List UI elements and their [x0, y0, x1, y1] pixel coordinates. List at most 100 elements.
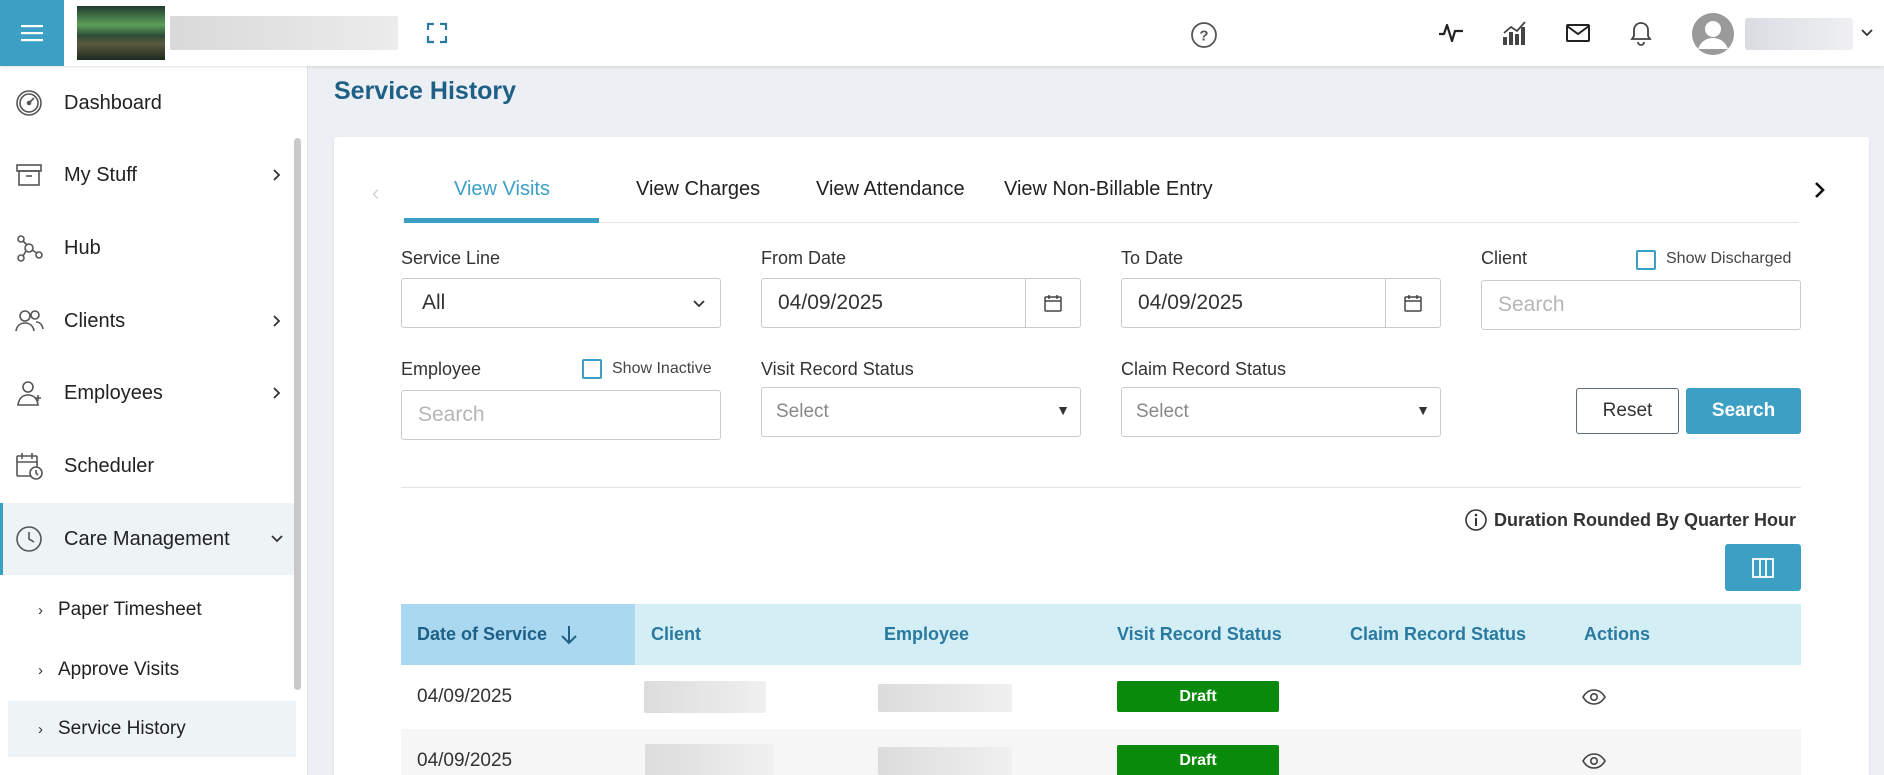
tab-view-non-billable-entry[interactable]: View Non-Billable Entry: [1004, 178, 1213, 201]
to-date-calendar-button[interactable]: [1385, 279, 1440, 327]
from-date-value: 04/09/2025: [778, 291, 884, 314]
column-header-employee[interactable]: Employee: [868, 604, 1101, 665]
sidebar-item-scheduler[interactable]: Scheduler: [0, 430, 298, 502]
employee-icon: [17, 381, 41, 406]
sort-descending-icon: [561, 625, 577, 644]
sidebar-item-label: My Stuff: [64, 163, 137, 186]
caret-down-icon: ▼: [1056, 402, 1070, 418]
service-line-value: All: [422, 291, 446, 314]
employee-search-input[interactable]: [401, 390, 721, 440]
user-avatar[interactable]: [1692, 13, 1734, 55]
employee-cell-redacted: [878, 747, 1012, 775]
columns-icon: [1752, 557, 1774, 578]
column-header-claim-record-status[interactable]: Claim Record Status: [1334, 604, 1568, 665]
sidebar-subitem-approve-visits[interactable]: › Approve Visits: [8, 642, 296, 698]
clock-icon: [16, 526, 42, 552]
eye-icon[interactable]: [1582, 688, 1606, 706]
tab-scroll-left-button[interactable]: ‹: [372, 180, 379, 206]
column-header-label: Claim Record Status: [1350, 624, 1527, 644]
info-icon: [1465, 509, 1487, 531]
sidebar-subitem-service-history[interactable]: › Service History: [8, 701, 296, 757]
sidebar-item-label: Care Management: [64, 527, 230, 550]
employee-label: Employee: [401, 359, 482, 379]
tab-view-visits[interactable]: View Visits: [454, 178, 550, 201]
sidebar-item-label: Scheduler: [64, 454, 155, 477]
visit-record-status-select[interactable]: Select ▼: [761, 387, 1081, 437]
column-chooser-button[interactable]: [1725, 544, 1801, 591]
date-of-service-cell: 04/09/2025: [417, 686, 513, 707]
claim-record-status-select[interactable]: Select ▼: [1121, 387, 1441, 437]
user-avatar-icon: [1692, 13, 1734, 55]
fullscreen-icon[interactable]: [424, 20, 450, 46]
visit-record-status-value: Select: [776, 401, 829, 422]
column-header-label: Visit Record Status: [1117, 624, 1282, 644]
chevron-right-icon: [273, 315, 281, 327]
show-inactive-label: Show Inactive: [612, 360, 712, 377]
chevron-right-icon: ›: [38, 720, 43, 738]
sidebar-item-my-stuff[interactable]: My Stuff: [0, 139, 298, 211]
column-header-label: Date of Service: [417, 624, 548, 644]
client-cell-redacted: [645, 744, 773, 775]
show-discharged-checkbox[interactable]: [1636, 250, 1656, 270]
sidebar-item-employees[interactable]: Employees: [0, 357, 298, 429]
help-icon[interactable]: ?: [1190, 21, 1218, 49]
mail-icon[interactable]: [1564, 19, 1592, 47]
active-tab-indicator: [404, 218, 599, 223]
to-date-label: To Date: [1121, 248, 1184, 268]
client-search-input[interactable]: [1481, 280, 1801, 330]
tab-view-attendance[interactable]: View Attendance: [816, 178, 965, 201]
sidebar-subitem-paper-timesheet[interactable]: › Paper Timesheet: [8, 582, 296, 638]
tab-scroll-right-icon[interactable]: [1810, 178, 1830, 202]
sidebar-scrollbar[interactable]: [294, 138, 301, 690]
client-cell-redacted: [644, 681, 766, 713]
to-date-input[interactable]: 04/09/2025: [1121, 278, 1441, 328]
sidebar-item-hub[interactable]: Hub: [0, 212, 298, 284]
hub-network-icon: [17, 235, 43, 262]
show-inactive-checkbox[interactable]: [582, 359, 602, 379]
table-row: 04/09/2025 Draft: [401, 665, 1801, 729]
sidebar-item-clients[interactable]: Clients: [0, 285, 298, 357]
archive-box-icon: [16, 164, 42, 186]
search-button[interactable]: Search: [1686, 388, 1801, 434]
chevron-down-icon: [693, 300, 705, 308]
from-date-input[interactable]: 04/09/2025: [761, 278, 1081, 328]
chevron-right-icon: [273, 387, 281, 399]
sidebar-item-care-management[interactable]: Care Management: [0, 503, 298, 575]
chevron-right-icon: [273, 169, 281, 181]
company-logo: [77, 6, 165, 60]
activity-icon[interactable]: [1437, 19, 1465, 47]
from-date-label: From Date: [761, 248, 847, 268]
claim-record-status-label: Claim Record Status: [1121, 359, 1287, 379]
column-header-label: Actions: [1584, 624, 1651, 644]
from-date-calendar-button[interactable]: [1025, 279, 1080, 327]
sidebar-item-label: Employees: [64, 381, 163, 404]
column-header-date-of-service[interactable]: Date of Service: [401, 604, 635, 665]
visit-record-status-label: Visit Record Status: [761, 359, 914, 379]
eye-icon[interactable]: [1582, 752, 1606, 770]
tab-view-charges[interactable]: View Charges: [636, 178, 760, 201]
caret-down-icon: ▼: [1416, 402, 1430, 418]
sidebar: Dashboard My Stuff Hub Clients Employees…: [0, 66, 308, 775]
chevron-down-icon: [271, 535, 283, 543]
reset-button[interactable]: Reset: [1576, 388, 1679, 434]
calendar-clock-icon: [16, 453, 43, 480]
chevron-down-icon[interactable]: [1860, 26, 1874, 40]
analytics-icon[interactable]: [1500, 19, 1528, 47]
menu-button[interactable]: [0, 0, 64, 66]
service-line-select[interactable]: All: [401, 278, 721, 328]
sidebar-subitem-label: Service History: [58, 718, 186, 739]
sidebar-item-label: Dashboard: [64, 91, 162, 114]
sidebar-item-label: Hub: [64, 236, 101, 259]
user-name-redacted: [1745, 18, 1853, 50]
menu-icon: [21, 25, 43, 42]
bell-icon[interactable]: [1627, 19, 1655, 47]
company-name-redacted: [170, 16, 398, 50]
column-header-visit-record-status[interactable]: Visit Record Status: [1101, 604, 1334, 665]
chevron-right-icon: ›: [38, 661, 43, 679]
sidebar-item-dashboard[interactable]: Dashboard: [0, 67, 298, 139]
svg-text:?: ?: [1199, 28, 1208, 45]
speedometer-icon: [16, 90, 42, 116]
table-row: 04/09/2025 Draft: [401, 729, 1801, 775]
table-header: Date of Service Client Employee Visit Re…: [401, 604, 1801, 665]
column-header-client[interactable]: Client: [635, 604, 868, 665]
